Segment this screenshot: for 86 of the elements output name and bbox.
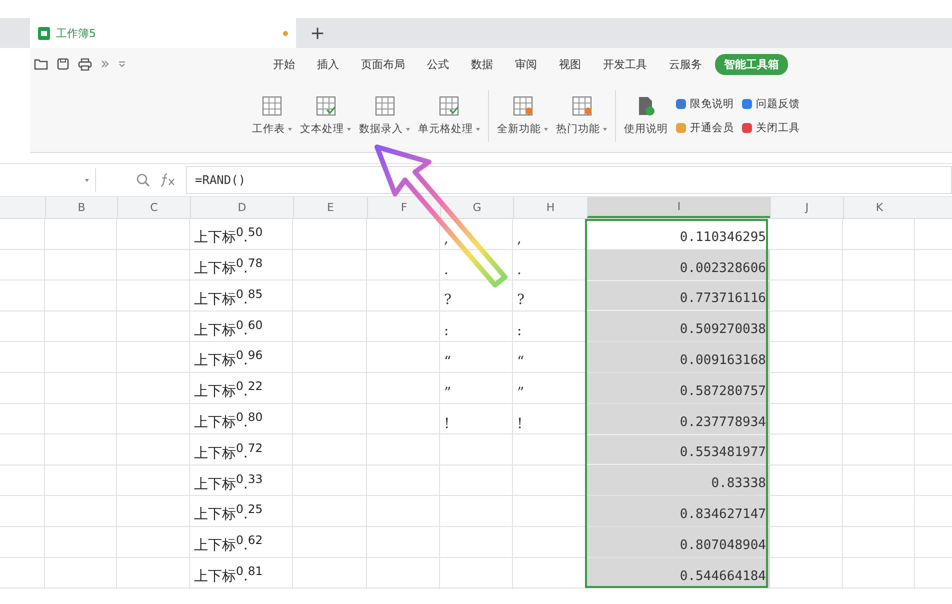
zoom-icon[interactable] bbox=[136, 173, 150, 187]
column-header[interactable]: I bbox=[587, 197, 770, 218]
table-icon bbox=[572, 96, 592, 116]
table-icon bbox=[512, 96, 532, 116]
table-cell: ? bbox=[444, 292, 452, 308]
menu-tab[interactable]: 公式 bbox=[418, 54, 458, 74]
more-icon[interactable] bbox=[101, 60, 109, 68]
table-cell: , bbox=[517, 230, 522, 247]
table-icon bbox=[439, 96, 459, 116]
table-cell: 上下标$^{0}$.$^{81}$ bbox=[194, 564, 263, 586]
ribbon-button[interactable]: 使用说明 bbox=[622, 94, 670, 138]
ribbon-button[interactable]: 数据录入 bbox=[357, 94, 412, 138]
column-header[interactable]: K bbox=[843, 197, 915, 218]
toolbar-link[interactable]: 开通会员 bbox=[676, 121, 734, 135]
table-cell: 0.553481977 bbox=[587, 434, 770, 464]
dropdown-icon[interactable] bbox=[118, 61, 126, 67]
table-cell: 0.509270038 bbox=[587, 311, 770, 342]
toolbar-link[interactable]: 关闭工具 bbox=[742, 121, 800, 135]
table-icon bbox=[262, 96, 282, 116]
table-cell: . bbox=[517, 262, 522, 278]
ribbon-button[interactable]: 文本处理 bbox=[298, 94, 353, 138]
table-cell: 0.544664184 bbox=[587, 558, 770, 588]
menu-tab[interactable]: 审阅 bbox=[506, 54, 546, 74]
table-icon bbox=[316, 96, 336, 116]
table-cell: 上下标$^{0}$.$^{25}$ bbox=[194, 502, 263, 524]
caret-icon bbox=[85, 178, 89, 182]
table-cell: 上下标$^{0}$.$^{78}$ bbox=[194, 256, 263, 278]
table-cell: ! bbox=[517, 416, 523, 432]
column-header[interactable]: D bbox=[190, 197, 293, 218]
table-cell: 0.83338 bbox=[587, 465, 770, 496]
ribbon-button[interactable]: 单元格处理 bbox=[416, 94, 482, 138]
menu-tab[interactable]: 开发工具 bbox=[594, 54, 656, 74]
ribbon-button[interactable]: 工作表 bbox=[250, 94, 294, 138]
menu-tab[interactable]: 开始 bbox=[264, 54, 304, 74]
ribbon-button[interactable]: 全新功能 bbox=[495, 94, 550, 138]
table-cell: 0.773716116 bbox=[587, 280, 770, 310]
table-cell: ? bbox=[517, 292, 525, 308]
table-icon bbox=[374, 96, 394, 116]
column-header[interactable]: G bbox=[440, 197, 513, 218]
print-icon[interactable] bbox=[78, 58, 92, 70]
table-cell: 上下标$^{0}$.$^{85}$ bbox=[194, 286, 263, 308]
table-cell: ! bbox=[444, 416, 450, 432]
table-cell: 上下标$^{0}$.$^{96}$ bbox=[194, 348, 263, 370]
column-header[interactable]: F bbox=[367, 197, 440, 218]
formula-field[interactable]: =RAND() bbox=[186, 166, 952, 194]
table-cell: 0.587280757 bbox=[587, 372, 770, 403]
table-cell: 0.237778934 bbox=[587, 404, 770, 434]
menu-tab[interactable]: 数据 bbox=[462, 54, 502, 74]
table-cell: , bbox=[444, 230, 448, 247]
table-cell: “ bbox=[517, 354, 524, 370]
column-header[interactable]: C bbox=[117, 197, 190, 218]
table-cell: . bbox=[444, 262, 448, 278]
menu-tab[interactable]: 云服务 bbox=[660, 54, 711, 74]
table-cell: 0.009163168 bbox=[587, 342, 770, 372]
table-cell: 上下标$^{0}$.$^{62}$ bbox=[194, 533, 263, 555]
column-header[interactable]: B bbox=[45, 197, 117, 218]
table-cell: : bbox=[444, 323, 449, 340]
table-cell: 上下标$^{0}$.$^{72}$ bbox=[194, 440, 263, 462]
new-tab-button[interactable]: + bbox=[296, 18, 340, 48]
table-cell: 上下标$^{0}$.$^{50}$ bbox=[194, 225, 263, 247]
table-cell: 0.002328606 bbox=[587, 250, 770, 280]
column-header[interactable]: E bbox=[293, 197, 367, 218]
document-title: 工作簿5 bbox=[56, 26, 97, 40]
table-cell: ” bbox=[517, 384, 524, 401]
toolbar-link[interactable]: 问题反馈 bbox=[742, 97, 800, 111]
menu-tab[interactable]: 视图 bbox=[550, 54, 590, 74]
column-header[interactable]: J bbox=[770, 197, 843, 218]
folder-icon[interactable] bbox=[34, 58, 48, 70]
table-cell: “ bbox=[444, 354, 452, 370]
menu-tab[interactable]: 页面布局 bbox=[352, 54, 414, 74]
table-cell: 上下标$^{0}$.$^{80}$ bbox=[194, 410, 263, 432]
document-tab[interactable]: 工作簿5 bbox=[30, 18, 296, 48]
table-cell: 上下标$^{0}$.$^{33}$ bbox=[194, 472, 263, 494]
document-icon bbox=[636, 96, 656, 116]
menu-tab[interactable]: 插入 bbox=[308, 54, 348, 74]
table-cell: 0.834627147 bbox=[587, 496, 770, 526]
table-cell: ” bbox=[444, 384, 452, 401]
function-icon[interactable] bbox=[160, 173, 176, 187]
spreadsheet-icon bbox=[38, 26, 50, 40]
table-cell: 上下标$^{0}$.$^{22}$ bbox=[194, 379, 263, 401]
table-cell: 0.807048904 bbox=[587, 526, 770, 557]
table-cell: 上下标$^{0}$.$^{60}$ bbox=[194, 318, 263, 340]
ribbon-button[interactable]: 热门功能 bbox=[554, 94, 609, 138]
toolbar-link[interactable]: 限免说明 bbox=[676, 97, 734, 111]
table-cell: : bbox=[517, 323, 522, 340]
save-icon[interactable] bbox=[57, 58, 69, 70]
